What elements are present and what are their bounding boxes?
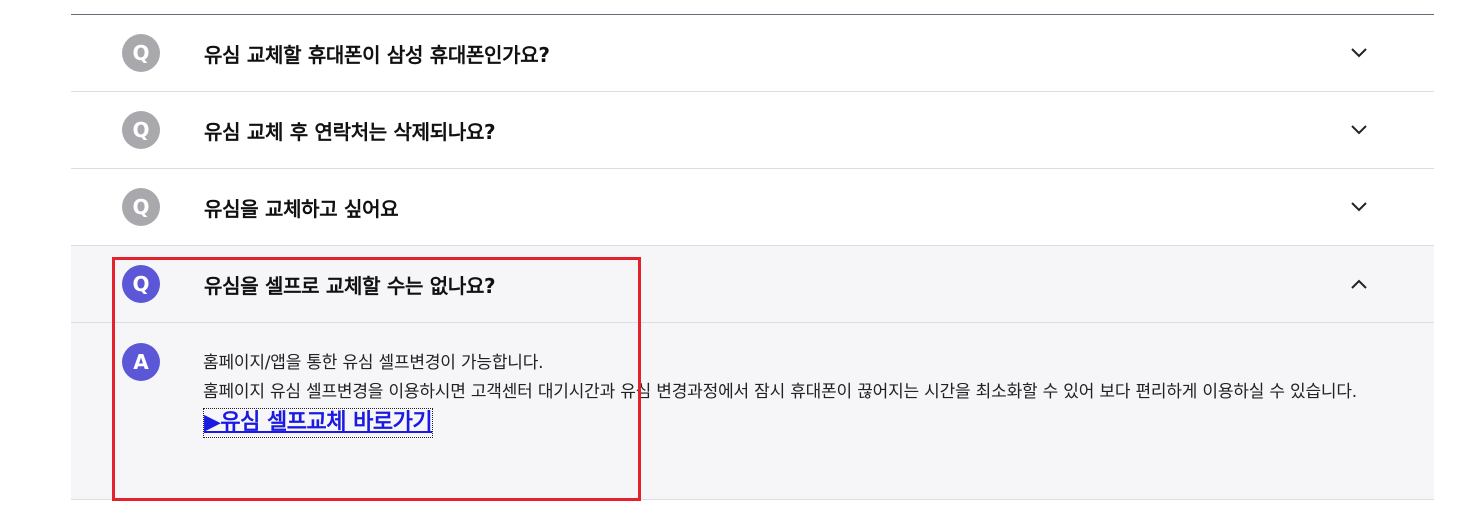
faq-list: Q 유심 교체할 휴대폰이 삼성 휴대폰인가요? Q 유심 교체 후 연락처는 … [71,14,1434,500]
chevron-up-icon[interactable] [1350,275,1368,293]
chevron-down-icon[interactable] [1350,198,1368,216]
self-sim-change-link[interactable]: ▶유심 셀프교체 바로가기 [203,408,434,438]
faq-answer-text: 홈페이지/앱을 통한 유심 셀프변경이 가능합니다. 홈페이지 유심 셀프변경을… [203,349,1383,439]
chevron-down-icon[interactable] [1350,44,1368,62]
faq-question-row[interactable]: Q 유심을 교체하고 싶어요 [71,169,1434,245]
faq-question-row[interactable]: Q 유심 교체 후 연락처는 삭제되나요? [71,92,1434,168]
faq-item-expanded: Q 유심을 셀프로 교체할 수는 없나요? A 홈페이지/앱을 통한 유심 셀프… [71,246,1434,500]
faq-question-text: 유심을 교체하고 싶어요 [204,196,399,221]
faq-question-text: 유심을 셀프로 교체할 수는 없나요? [204,273,496,298]
answer-badge: A [122,343,160,381]
faq-item: Q 유심 교체 후 연락처는 삭제되나요? [71,92,1434,169]
faq-question-text: 유심 교체할 휴대폰이 삼성 휴대폰인가요? [204,42,550,67]
chevron-down-icon[interactable] [1350,121,1368,139]
question-badge: Q [122,34,160,72]
faq-question-row[interactable]: Q 유심을 셀프로 교체할 수는 없나요? [71,246,1434,323]
answer-line: 홈페이지 유심 셀프변경을 이용하시면 고객센터 대기시간과 유심 변경과정에서… [203,382,1357,402]
faq-question-text: 유심 교체 후 연락처는 삭제되나요? [204,119,496,144]
faq-answer-panel: A 홈페이지/앱을 통한 유심 셀프변경이 가능합니다. 홈페이지 유심 셀프변… [71,323,1434,499]
answer-line: 홈페이지/앱을 통한 유심 셀프변경이 가능합니다. [203,353,544,373]
faq-item: Q 유심 교체할 휴대폰이 삼성 휴대폰인가요? [71,15,1434,92]
question-badge: Q [122,188,160,226]
faq-item: Q 유심을 교체하고 싶어요 [71,169,1434,246]
faq-question-row[interactable]: Q 유심 교체할 휴대폰이 삼성 휴대폰인가요? [71,15,1434,91]
question-badge: Q [122,111,160,149]
question-badge-active: Q [122,265,160,303]
